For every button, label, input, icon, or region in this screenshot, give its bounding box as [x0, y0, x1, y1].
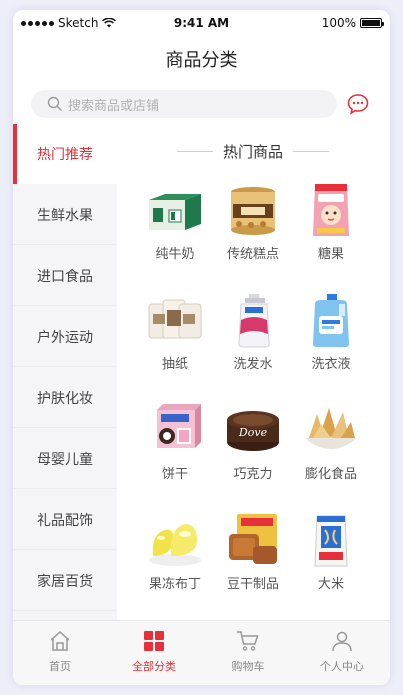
sidebar-item-label: 户外运动: [37, 329, 93, 346]
sidebar-item-label: 礼品配饰: [37, 512, 93, 529]
sidebar-item-skincare[interactable]: 护肤化妆: [13, 368, 117, 428]
product-item[interactable]: 豆干制品: [214, 512, 292, 608]
sidebar-item-label: 母婴儿童: [37, 451, 93, 468]
jelly-icon: [149, 524, 201, 566]
section-header: 热门商品: [137, 140, 369, 162]
battery-icon: [360, 18, 384, 28]
milk-box-icon: [149, 194, 201, 230]
product-item[interactable]: 大米: [292, 512, 370, 608]
section-title: 热门商品: [222, 142, 283, 161]
product-item[interactable]: 抽纸: [136, 292, 214, 388]
biscuit-box-icon: [157, 404, 201, 448]
tofu-snack-icon: [229, 514, 277, 564]
chips-bowl-icon: [305, 408, 357, 449]
svg-text:Dove: Dove: [238, 426, 268, 439]
bottom-nav: 首页 全部分类 购物车 个人中心: [13, 620, 390, 685]
home-icon: [50, 630, 70, 651]
product-name: 大米: [317, 577, 344, 592]
status-right: 100%: [321, 16, 384, 30]
nav-label: 全部分类: [132, 660, 176, 673]
sidebar-item-outdoor[interactable]: 户外运动: [13, 307, 117, 367]
product-name: 饼干: [161, 467, 188, 482]
product-name: 糖果: [317, 247, 344, 262]
user-icon: [332, 631, 352, 652]
search-input[interactable]: 搜索商品或店铺: [31, 90, 337, 118]
battery-percent: 100%: [321, 16, 356, 30]
chocolate-box-icon: Dove: [227, 411, 279, 451]
product-item[interactable]: Dove 巧克力: [214, 402, 292, 498]
search-placeholder: 搜索商品或店铺: [68, 98, 160, 114]
page-title: 商品分类: [165, 50, 238, 71]
product-name: 传统糕点: [226, 247, 279, 262]
product-name: 洗衣液: [311, 357, 351, 372]
sidebar-item-imported-food[interactable]: 进口食品: [13, 246, 117, 306]
product-name: 膨化食品: [304, 467, 357, 482]
rice-bag-icon: [314, 515, 348, 567]
product-item[interactable]: 纯牛奶: [136, 182, 214, 278]
sidebar-item-label: 进口食品: [37, 268, 93, 285]
app-screen: Sketch 9:41 AM 100% 商品分类 搜索商品或店铺 热门推荐 生鲜…: [13, 10, 390, 685]
grid-icon: [144, 631, 164, 651]
product-name: 豆干制品: [226, 577, 279, 592]
message-icon[interactable]: [346, 92, 370, 116]
tab-home[interactable]: 首页: [13, 621, 107, 685]
product-name: 纯牛奶: [155, 247, 195, 262]
sidebar-item-gifts[interactable]: 礼品配饰: [13, 490, 117, 550]
nav-label: 购物车: [231, 660, 265, 673]
status-bar: Sketch 9:41 AM 100%: [13, 10, 390, 36]
cart-icon: [237, 631, 259, 651]
sidebar-item-baby[interactable]: 母婴儿童: [13, 429, 117, 489]
product-item[interactable]: 洗发水: [214, 292, 292, 388]
shampoo-bottle-icon: [238, 294, 270, 348]
sidebar-item-label: 生鲜水果: [37, 207, 93, 224]
search-icon: [46, 95, 64, 113]
product-name: 果冻布丁: [148, 577, 201, 592]
pastry-jar-icon: [231, 187, 275, 235]
product-item[interactable]: 传统糕点: [214, 182, 292, 278]
divider: [293, 150, 329, 152]
tab-profile[interactable]: 个人中心: [295, 621, 389, 685]
product-item[interactable]: 果冻布丁: [136, 512, 214, 608]
nav-label: 个人中心: [320, 660, 364, 673]
sidebar-item-home[interactable]: 家居百货: [13, 551, 117, 611]
sidebar-item-fresh-fruit[interactable]: 生鲜水果: [13, 185, 117, 245]
candy-bag-icon: [313, 184, 349, 236]
tab-cart[interactable]: 购物车: [201, 621, 295, 685]
detergent-bottle-icon: [313, 294, 349, 347]
product-name: 巧克力: [233, 467, 273, 482]
product-name: 抽纸: [161, 357, 188, 372]
sidebar-item-label: 热门推荐: [37, 146, 93, 163]
sidebar-item-label: 家居百货: [37, 573, 93, 590]
product-item[interactable]: 糖果: [292, 182, 370, 278]
nav-label: 首页: [49, 660, 71, 673]
product-item[interactable]: 饼干: [136, 402, 214, 498]
product-item[interactable]: 洗衣液: [292, 292, 370, 388]
divider: [176, 150, 213, 152]
tab-all-categories[interactable]: 全部分类: [107, 621, 201, 685]
tissue-pack-icon: [148, 299, 202, 339]
product-item[interactable]: 膨化食品: [292, 402, 370, 498]
sidebar-item-hot[interactable]: 热门推荐: [13, 124, 117, 184]
product-name: 洗发水: [233, 357, 273, 372]
sidebar-item-label: 护肤化妆: [37, 390, 93, 407]
category-sidebar: 热门推荐 生鲜水果 进口食品 户外运动 护肤化妆 母婴儿童 礼品配饰 家居百货: [13, 124, 117, 620]
